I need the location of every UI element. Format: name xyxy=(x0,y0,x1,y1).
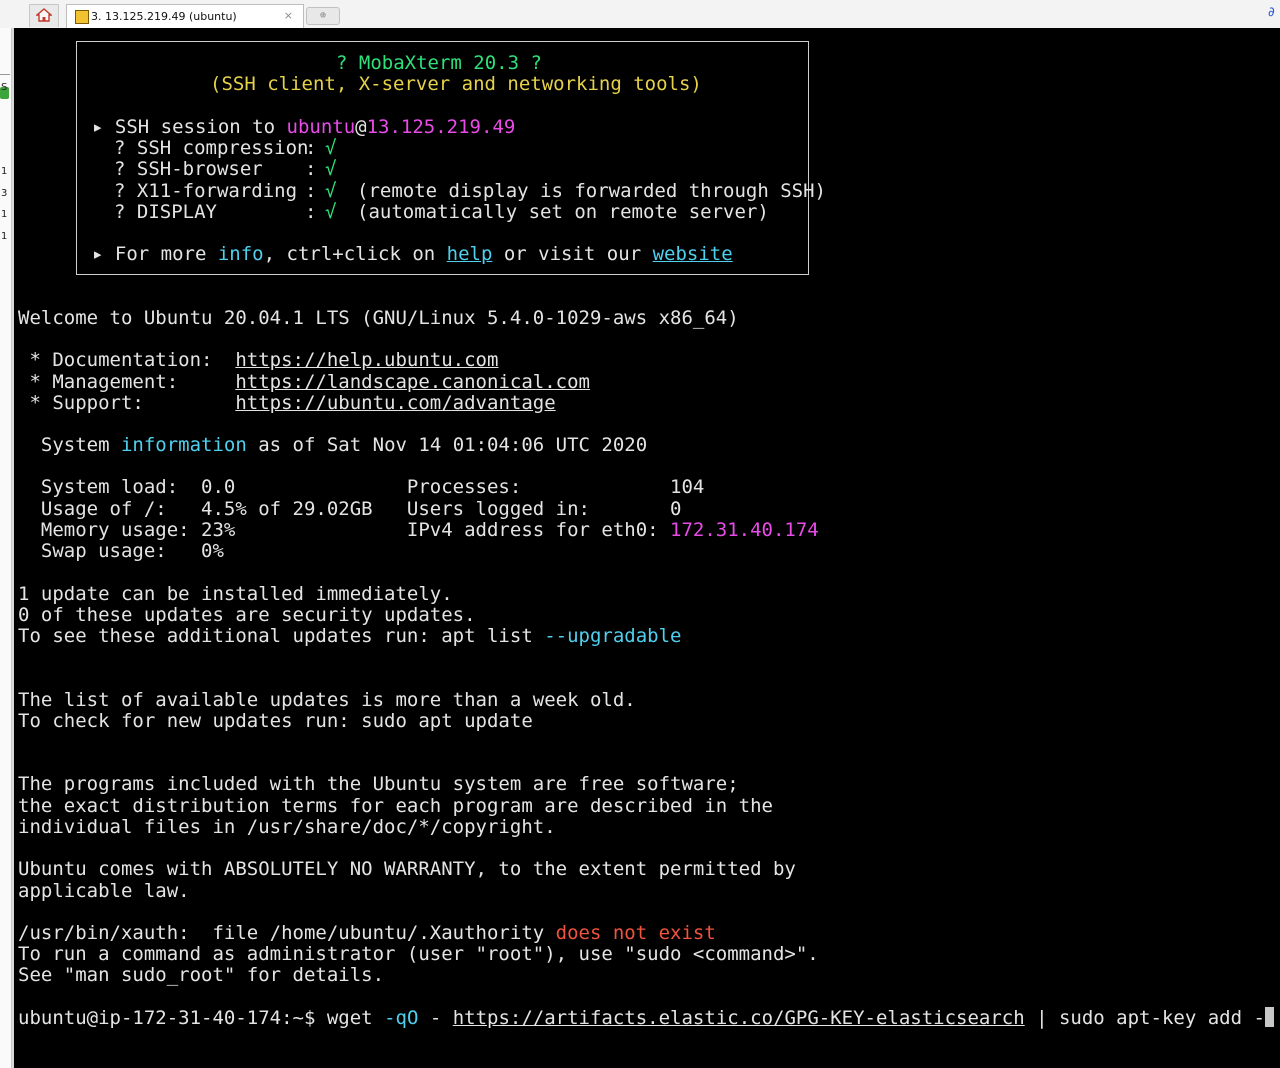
new-tab-button[interactable]: ⊕ xyxy=(306,7,340,25)
banner-more-line: ▸ For more info, ctrl+click on help or v… xyxy=(92,243,733,265)
license-line: the exact distribution terms for each pr… xyxy=(18,795,773,817)
motd-link-row: * Support: https://ubuntu.com/advantage xyxy=(18,392,555,414)
old-updates-line: To check for new updates run: sudo apt u… xyxy=(18,710,533,732)
cmd-text: | sudo apt-key add - xyxy=(1024,1007,1265,1029)
updates-line: To see these additional updates run: apt… xyxy=(18,625,681,647)
option-q: ? xyxy=(114,137,137,159)
ipv4-address: 172.31.40.174 xyxy=(670,519,819,541)
more-prefix: For more xyxy=(114,243,218,265)
link-label: * Management: xyxy=(18,371,236,393)
session-prefix: SSH session to xyxy=(114,116,287,138)
option-q: ? xyxy=(114,201,137,223)
sysinfo-line: System information as of Sat Nov 14 01:0… xyxy=(18,434,647,456)
upgradable-flag: --upgradable xyxy=(544,625,682,647)
session-tab-label: 3. 13.125.219.49 (ubuntu) xyxy=(91,10,237,23)
help-link[interactable]: help xyxy=(447,243,493,265)
terminal-cursor xyxy=(1264,1007,1274,1027)
banner-session-line: ▸ SSH session to ubuntu@13.125.219.49 xyxy=(92,116,515,138)
welcome-line: Welcome to Ubuntu 20.04.1 LTS (GNU/Linux… xyxy=(18,307,739,329)
motd-link-row: * Documentation: https://help.ubuntu.com xyxy=(18,349,498,371)
old-updates-line: The list of available updates is more th… xyxy=(18,689,636,711)
license-line: The programs included with the Ubuntu sy… xyxy=(18,773,739,795)
more-or: or visit our xyxy=(492,243,653,265)
stats-text: Memory usage: 23% IPv4 address for eth0: xyxy=(18,519,671,541)
management-link[interactable]: https://landscape.canonical.com xyxy=(235,371,590,393)
cmd-text: - xyxy=(418,1007,453,1029)
cmd-flag: -qO xyxy=(384,1007,419,1029)
support-link[interactable]: https://ubuntu.com/advantage xyxy=(235,392,555,414)
info-link[interactable]: info xyxy=(218,243,264,265)
cmd-text: wget xyxy=(326,1007,385,1029)
stats-row: System load: 0.0 Processes: 104 xyxy=(18,476,705,498)
sidebar-letter: S xyxy=(1,82,8,93)
terminal-icon xyxy=(75,10,89,24)
website-link[interactable]: website xyxy=(653,243,733,265)
banner-option-row: ? SSH-browser xyxy=(114,158,263,180)
xauth-line: /usr/bin/xauth: file /home/ubuntu/.Xauth… xyxy=(18,922,716,944)
option-label: SSH-browser xyxy=(136,158,263,180)
banner-title: ? MobaXterm 20.3 ? xyxy=(336,52,542,74)
pencil-icon[interactable] xyxy=(0,62,10,75)
license-line: individual files in /usr/share/doc/*/cop… xyxy=(18,816,556,838)
banner-subtitle: (SSH client, X-server and networking too… xyxy=(210,73,702,95)
updates-line: 1 update can be installed immediately. xyxy=(18,583,453,605)
option-q: ? xyxy=(114,180,137,202)
stats-row: Memory usage: 23% IPv4 address for eth0:… xyxy=(18,519,819,541)
sudo-line: See "man sudo_root" for details. xyxy=(18,964,385,986)
xauth-prefix: /usr/bin/xauth: file /home/ubuntu/.Xauth… xyxy=(18,922,556,944)
check-icon: √ xyxy=(325,158,337,180)
check-icon: √ xyxy=(325,180,337,202)
stats-row: Usage of /: 4.5% of 29.02GB Users logged… xyxy=(18,498,682,520)
warranty-line: applicable law. xyxy=(18,880,190,902)
option-label: X11-forwarding xyxy=(136,180,298,202)
warranty-line: Ubuntu comes with ABSOLUTELY NO WARRANTY… xyxy=(18,858,796,880)
home-icon xyxy=(36,8,52,22)
banner-option-row: ? X11-forwarding xyxy=(114,180,297,202)
check-icon: √ xyxy=(325,137,337,159)
option-q: ? xyxy=(114,158,137,180)
option-label: SSH compression xyxy=(136,137,309,159)
stats-row: Swap usage: 0% xyxy=(18,540,224,562)
attach-icon[interactable]: ∂ xyxy=(1268,5,1275,20)
home-tab[interactable] xyxy=(29,4,59,27)
bullet-icon: ▸ xyxy=(92,116,104,138)
option-sep: : xyxy=(305,137,317,159)
option-sep: : xyxy=(305,201,317,223)
prompt-ps1: ubuntu@ip-172-31-40-174:~$ xyxy=(18,1007,327,1029)
sysinfo-word: information xyxy=(120,434,247,456)
more-mid: , ctrl+click on xyxy=(263,243,447,265)
sidebar-letter: 1 xyxy=(1,166,8,177)
session-user: ubuntu xyxy=(286,116,356,138)
motd-link-row: * Management: https://landscape.canonica… xyxy=(18,371,590,393)
sidebar-letter: 1 xyxy=(1,209,8,220)
banner-option-row: ? DISPLAY xyxy=(114,201,217,223)
option-note: (automatically set on remote server) xyxy=(357,201,769,223)
command-prompt[interactable]: ubuntu@ip-172-31-40-174:~$ wget -qO - ht… xyxy=(18,1007,1274,1029)
session-host: 13.125.219.49 xyxy=(366,116,516,138)
tab-bar: 3. 13.125.219.49 (ubuntu) × ⊕ ∂ xyxy=(0,0,1280,29)
sysinfo-prefix: System xyxy=(18,434,121,456)
close-icon[interactable]: × xyxy=(284,9,293,22)
option-note: (remote display is forwarded through SSH… xyxy=(357,180,826,202)
sudo-line: To run a command as administrator (user … xyxy=(18,943,819,965)
check-icon: √ xyxy=(325,201,337,223)
option-sep: : xyxy=(305,180,317,202)
link-label: * Support: xyxy=(18,392,236,414)
bullet-icon: ▸ xyxy=(92,243,104,265)
xauth-error: does not exist xyxy=(555,922,716,944)
sysinfo-suffix: as of Sat Nov 14 01:04:06 UTC 2020 xyxy=(246,434,648,456)
banner-option-row: ? SSH compression xyxy=(114,137,308,159)
link-label: * Documentation: xyxy=(18,349,236,371)
left-sidebar: S 1 3 1 1 xyxy=(0,28,12,1068)
sidebar-letter: 3 xyxy=(1,188,8,199)
option-label: DISPLAY xyxy=(136,201,217,223)
session-at: @ xyxy=(355,116,367,138)
updates-prefix: To see these additional updates run: apt… xyxy=(18,625,545,647)
gpg-key-link[interactable]: https://artifacts.elastic.co/GPG-KEY-ela… xyxy=(453,1007,1025,1029)
documentation-link[interactable]: https://help.ubuntu.com xyxy=(235,349,498,371)
sidebar-letter: 1 xyxy=(1,231,8,242)
session-tab[interactable]: 3. 13.125.219.49 (ubuntu) × xyxy=(66,4,304,28)
updates-line: 0 of these updates are security updates. xyxy=(18,604,476,626)
option-sep: : xyxy=(305,158,317,180)
